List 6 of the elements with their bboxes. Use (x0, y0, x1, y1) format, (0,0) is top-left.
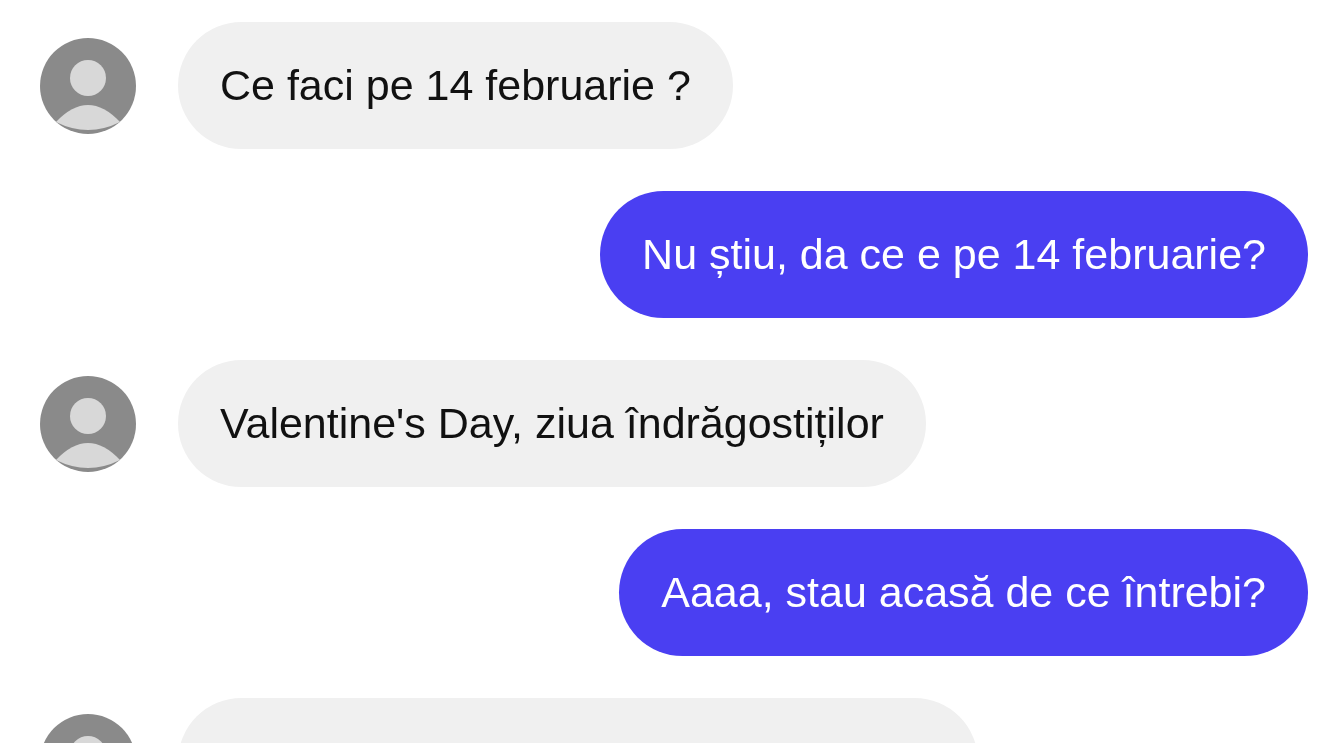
avatar-icon (40, 375, 136, 472)
message-bubble: Valentine's Day, ziua îndrăgostiților (178, 360, 926, 487)
avatar-icon (40, 37, 136, 134)
message-bubble: Nu știu, da ce e pe 14 februarie? (600, 191, 1308, 318)
message-bubble: Aaaa, stau acasă de ce întrebi? (619, 529, 1308, 656)
message-bubble: Ce faci pe 14 februarie ? (178, 22, 733, 149)
